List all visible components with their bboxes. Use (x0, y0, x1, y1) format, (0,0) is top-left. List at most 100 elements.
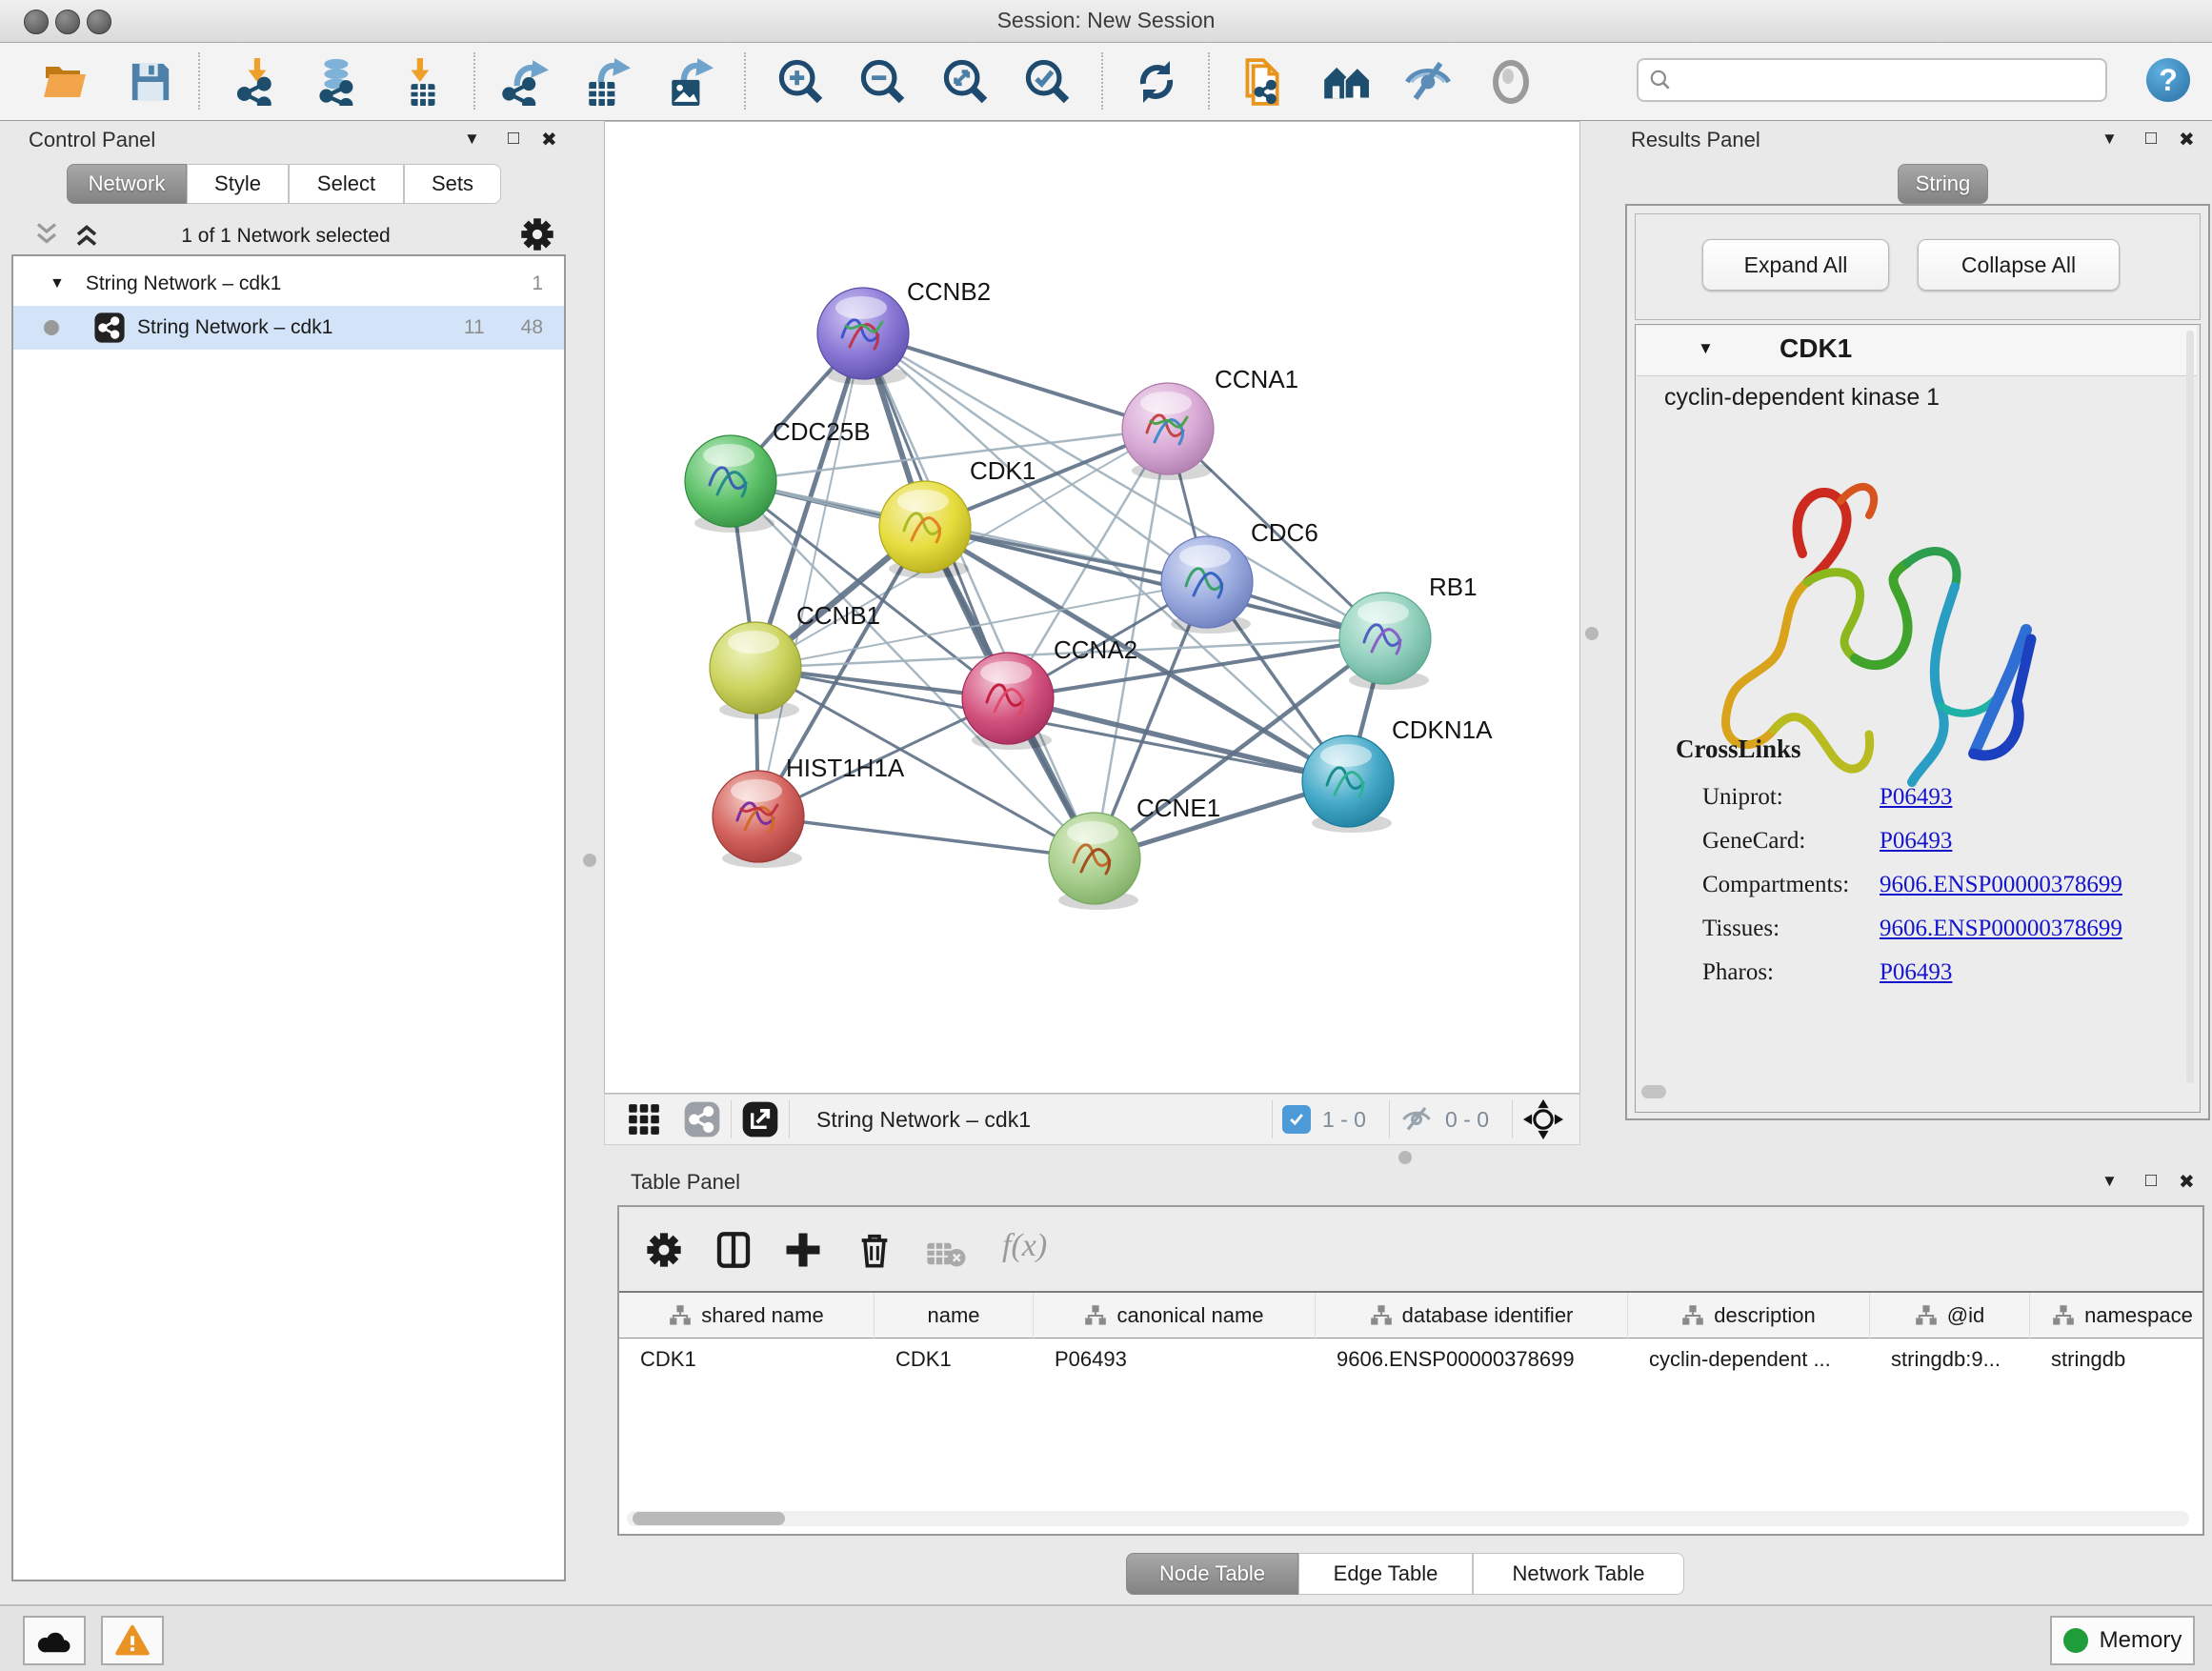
fit-selected-crosshair-icon[interactable] (1522, 1098, 1564, 1140)
node-CCNA1[interactable] (1122, 383, 1214, 480)
show-columns-icon[interactable] (714, 1230, 753, 1270)
table-cell[interactable]: CDK1 (619, 1339, 875, 1380)
function-builder-icon[interactable]: f(x) (1002, 1228, 1047, 1264)
help-button[interactable]: ? (2146, 58, 2190, 102)
column-header--id[interactable]: @id (1870, 1293, 2030, 1339)
table-cell[interactable]: P06493 (1034, 1339, 1316, 1380)
node-HIST1H1A[interactable] (713, 771, 804, 868)
network-graph[interactable]: CCNB2CCNA1CDC25BCDK1CDC6RB1CCNB1CCNA2CDK… (605, 122, 1579, 1093)
node-RB1[interactable] (1339, 593, 1431, 690)
edge-HIST1H1A-CCNE1[interactable] (758, 816, 1095, 858)
column-header-database-identifier[interactable]: database identifier (1316, 1293, 1628, 1339)
tab-style[interactable]: Style (187, 164, 289, 204)
collapse-all-button[interactable]: Collapse All (1918, 239, 2120, 291)
tab-select[interactable]: Select (289, 164, 404, 204)
search-input[interactable] (1673, 67, 2105, 93)
column-header-namespace[interactable]: namespace (2030, 1293, 2204, 1339)
right-divider-handle[interactable] (1585, 627, 1599, 640)
tab-network-table[interactable]: Network Table (1473, 1553, 1684, 1595)
crosslink-value-link[interactable]: P06493 (1880, 828, 1952, 854)
crosslink-value-link[interactable]: 9606.ENSP00000378699 (1880, 872, 2122, 897)
tab-edge-table[interactable]: Edge Table (1298, 1553, 1473, 1595)
node-CCNB1[interactable] (710, 622, 801, 719)
column-header-name[interactable]: name (875, 1293, 1034, 1339)
collection-expander-icon[interactable]: ▼ (50, 275, 65, 292)
zoom-fit-button[interactable] (941, 56, 991, 108)
import-table-file-button[interactable] (398, 56, 448, 108)
zoom-in-button[interactable] (776, 56, 826, 108)
show-all-button[interactable] (1486, 56, 1536, 108)
export-table-button[interactable] (582, 56, 632, 108)
column-header-shared-name[interactable]: shared name (619, 1293, 875, 1339)
collapse-all-icon[interactable] (32, 221, 67, 248)
create-column-icon[interactable] (783, 1230, 823, 1270)
zoom-out-button[interactable] (858, 56, 908, 108)
expand-all-icon[interactable] (72, 221, 107, 248)
crosslink-value-link[interactable]: P06493 (1880, 959, 1952, 985)
table-row[interactable]: CDK1CDK1P064939606.ENSP00000378699cyclin… (619, 1339, 2202, 1380)
table-cell[interactable]: CDK1 (875, 1339, 1034, 1380)
column-header-description[interactable]: description (1628, 1293, 1870, 1339)
network-type-icon[interactable] (683, 1100, 721, 1138)
float-menu-icon[interactable]: ▼ (2101, 130, 2118, 149)
tab-network[interactable]: Network (67, 164, 187, 204)
close-panel-icon[interactable]: ✖ (2179, 1170, 2195, 1194)
node-CDC25B[interactable] (685, 435, 776, 533)
network-options-gear-icon[interactable] (520, 217, 554, 252)
column-header-canonical-name[interactable]: canonical name (1034, 1293, 1316, 1339)
search-field[interactable] (1637, 58, 2107, 102)
export-image-button[interactable] (665, 56, 714, 108)
network-canvas[interactable]: CCNB2CCNA1CDC25BCDK1CDC6RB1CCNB1CCNA2CDK… (604, 121, 1580, 1094)
import-network-database-button[interactable] (313, 56, 363, 108)
hide-selected-button[interactable] (1403, 56, 1453, 108)
crosslink-value-link[interactable]: P06493 (1880, 784, 1952, 810)
edge-CCNB2-HIST1H1A[interactable] (758, 333, 863, 816)
close-panel-icon[interactable]: ✖ (2179, 128, 2195, 151)
delete-table-icon[interactable] (926, 1239, 966, 1268)
delete-column-icon[interactable] (855, 1230, 894, 1270)
birds-eye-view-icon[interactable] (626, 1101, 662, 1137)
network-row-selected[interactable]: String Network – cdk1 11 48 (13, 306, 564, 350)
node-CDK1[interactable] (879, 481, 971, 578)
hidden-items-icon[interactable] (1399, 1102, 1434, 1137)
section-vscroll-track[interactable] (2186, 331, 2194, 1083)
expand-all-button[interactable]: Expand All (1702, 239, 1889, 291)
table-cell[interactable]: 9606.ENSP00000378699 (1316, 1339, 1628, 1380)
import-network-file-button[interactable] (233, 56, 283, 108)
table-options-gear-icon[interactable] (646, 1232, 682, 1268)
save-session-button[interactable] (126, 56, 175, 108)
warnings-button[interactable] (101, 1616, 164, 1665)
table-hscrollbar[interactable] (627, 1511, 2189, 1526)
tab-sets[interactable]: Sets (404, 164, 501, 204)
node-CCNE1[interactable] (1049, 813, 1140, 910)
memory-button[interactable]: Memory (2050, 1616, 2195, 1665)
crosslink-value-link[interactable]: 9606.ENSP00000378699 (1880, 916, 2122, 941)
open-session-button[interactable] (40, 56, 90, 108)
section-expander-icon[interactable]: ▼ (1698, 339, 1714, 358)
float-panel-icon[interactable]: □ (2145, 128, 2157, 150)
show-hide-graphics-details-button[interactable] (1322, 56, 1372, 108)
float-menu-icon[interactable]: ▼ (464, 130, 480, 149)
left-divider-handle[interactable] (583, 854, 596, 867)
cloud-status-button[interactable] (23, 1616, 86, 1665)
table-cell[interactable]: stringdb (2030, 1339, 2204, 1380)
node-CDC6[interactable] (1161, 536, 1253, 634)
refresh-network-button[interactable] (1132, 56, 1181, 108)
tab-string[interactable]: String (1898, 164, 1988, 204)
section-hscroll-thumb[interactable] (1641, 1085, 1666, 1098)
gene-section-header[interactable]: ▼ CDK1 (1637, 326, 2197, 376)
node-CDKN1A[interactable] (1302, 735, 1394, 833)
tab-node-table[interactable]: Node Table (1126, 1553, 1298, 1595)
table-cell[interactable]: cyclin-dependent ... (1628, 1339, 1870, 1380)
float-panel-icon[interactable]: □ (508, 128, 519, 150)
zoom-selected-button[interactable] (1023, 56, 1073, 108)
edge-CCNB2-CCNA1[interactable] (863, 333, 1168, 429)
close-panel-icon[interactable]: ✖ (541, 128, 557, 151)
new-network-from-selection-button[interactable] (1237, 56, 1286, 108)
open-in-new-window-icon[interactable] (741, 1100, 779, 1138)
float-menu-icon[interactable]: ▼ (2101, 1172, 2118, 1191)
table-cell[interactable]: stringdb:9... (1870, 1339, 2030, 1380)
selected-items-checkbox[interactable] (1282, 1105, 1311, 1134)
network-collection-row[interactable]: ▼ String Network – cdk1 1 (13, 262, 564, 306)
float-panel-icon[interactable]: □ (2145, 1170, 2157, 1192)
